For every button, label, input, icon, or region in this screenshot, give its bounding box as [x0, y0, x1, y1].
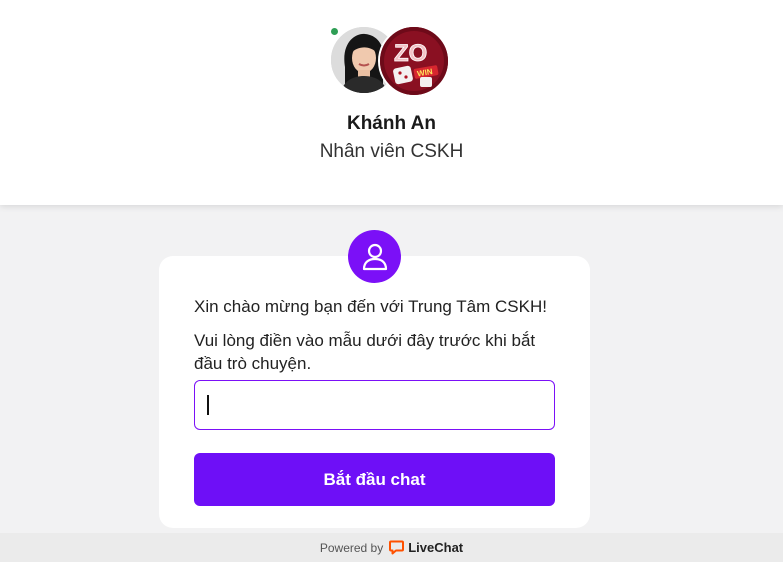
- name-input[interactable]: [194, 380, 555, 430]
- online-status-dot: [329, 26, 340, 37]
- form-instruction: Vui lòng điền vào mẫu dưới đây trước khi…: [194, 331, 536, 373]
- svg-text:ZO: ZO: [394, 40, 427, 67]
- livechat-brand-link[interactable]: LiveChat: [408, 540, 463, 555]
- user-icon: [362, 243, 387, 270]
- avatar-group: ZO WIN: [328, 25, 452, 97]
- zowin-logo-icon: ZO WIN: [380, 27, 448, 95]
- welcome-message: Xin chào mừng bạn đến với Trung Tâm CSKH…: [194, 297, 547, 316]
- agent-role: Nhân viên CSKH: [319, 141, 464, 162]
- powered-by-label: Powered by: [319, 540, 384, 555]
- livechat-logo-icon[interactable]: [389, 540, 405, 555]
- prechat-form-card: Xin chào mừng bạn đến với Trung Tâm CSKH…: [159, 256, 590, 528]
- text-caret: [207, 395, 209, 415]
- start-chat-button[interactable]: Bắt đầu chat: [194, 453, 555, 506]
- footer: Powered by LiveChat: [0, 533, 783, 562]
- user-icon-badge: [348, 230, 401, 283]
- agent-name: Khánh An: [346, 113, 436, 134]
- chat-header: ZO WIN Khánh An Nhân viên CSKH: [0, 0, 783, 205]
- brand-logo-avatar: ZO WIN: [378, 25, 450, 97]
